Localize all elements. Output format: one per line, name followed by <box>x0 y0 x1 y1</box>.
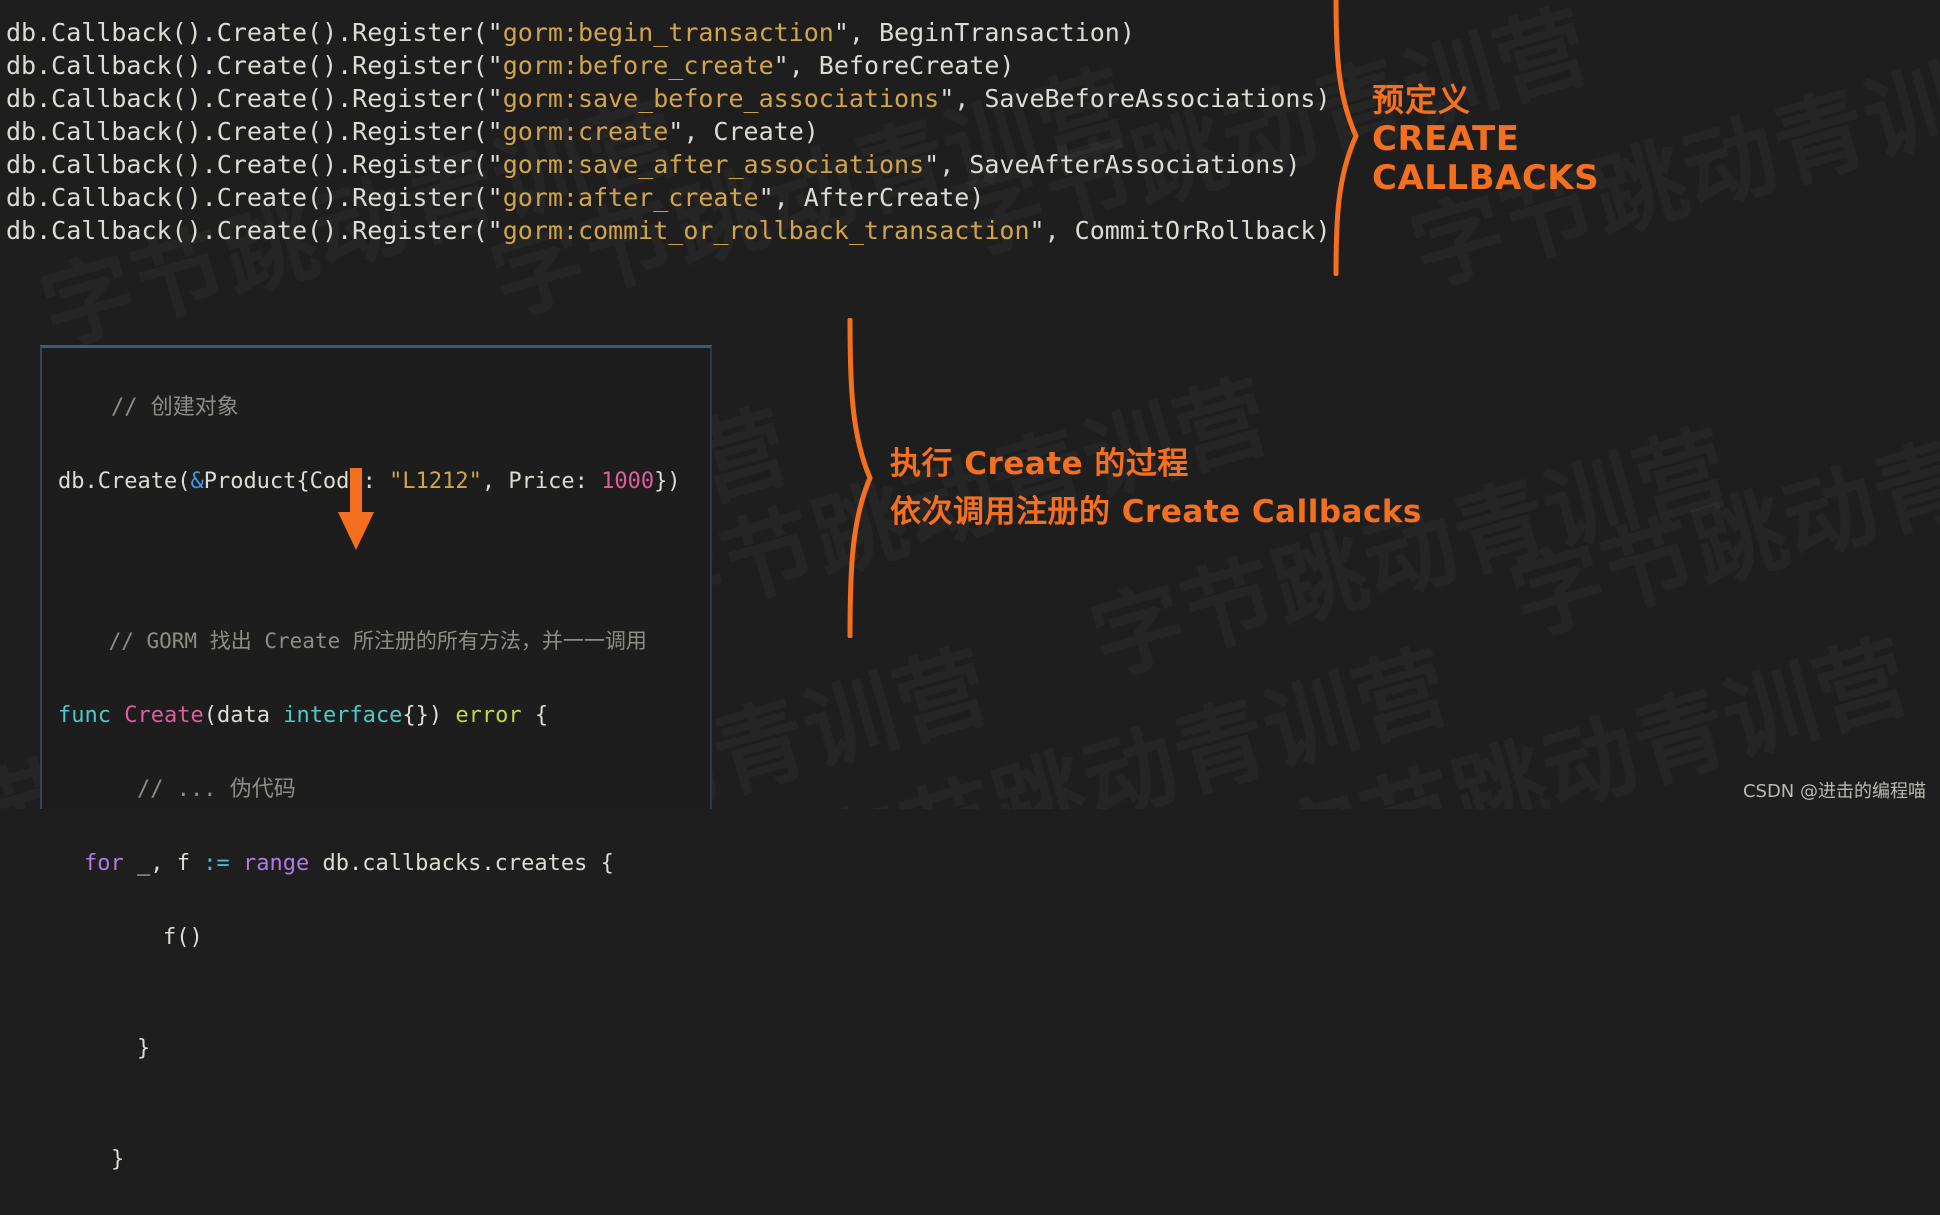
annotation-top-line2: CREATE <box>1372 119 1520 159</box>
annotation-bottom-line1: 执行 Create 的过程 <box>890 446 1189 482</box>
code-example-card: // 创建对象 db.Create(&Product{Code: "L1212"… <box>40 345 712 1172</box>
code-token-plain: ", BeginTransaction) <box>833 18 1135 47</box>
code-line-call-f: f() <box>162 925 203 950</box>
brace-top-callbacks <box>1333 0 1359 276</box>
code-token-string: gorm:save_after_associations <box>502 150 925 179</box>
register-code-line: db.Callback().Create().Register("gorm:af… <box>6 181 1331 214</box>
code-token-string: gorm:save_before_associations <box>502 84 940 113</box>
annotation-bottom-line2: 依次调用注册的 Create Callbacks <box>890 494 1422 530</box>
annotation-predefined-create-callbacks: 预定义 CREATE CALLBACKS <box>1372 80 1599 198</box>
code-token-plain: db.Callback().Create().Register(" <box>6 216 503 245</box>
code-token-plain: db.Callback().Create().Register(" <box>6 18 503 47</box>
register-code-line: db.Callback().Create().Register("gorm:co… <box>6 214 1331 247</box>
annotation-top-line3: CALLBACKS <box>1372 158 1600 198</box>
code-token-string: gorm:create <box>502 117 669 146</box>
register-code-line: db.Callback().Create().Register("gorm:be… <box>6 49 1331 82</box>
number-literal-price: 1000 <box>601 469 655 494</box>
code-token-string: gorm:commit_or_rollback_transaction <box>502 216 1030 245</box>
credit-watermark: CSDN @进击的编程喵 <box>1742 781 1926 802</box>
register-code-line: db.Callback().Create().Register("gorm:sa… <box>6 148 1331 181</box>
string-literal-code: "L1212" <box>389 469 482 494</box>
register-code-listing: db.Callback().Create().Register("gorm:be… <box>6 16 1331 247</box>
code-token-plain: db.Callback().Create().Register(" <box>6 51 503 80</box>
brace-bottom-process <box>847 318 873 638</box>
annotation-create-process: 执行 Create 的过程 依次调用注册的 Create Callbacks <box>890 440 1422 536</box>
watermark-text: 字节跳动青训营 <box>794 612 1463 809</box>
watermark-text: 字节跳动青训营 <box>1494 352 1940 661</box>
code-token-plain: ", CommitOrRollback) <box>1029 216 1331 245</box>
watermark-text: 字节跳动青训营 <box>1074 392 1743 701</box>
register-code-line: db.Callback().Create().Register("gorm:cr… <box>6 115 1331 148</box>
code-token-string: gorm:before_create <box>502 51 774 80</box>
register-code-line: db.Callback().Create().Register("gorm:sa… <box>6 82 1331 115</box>
register-code-line: db.Callback().Create().Register("gorm:be… <box>6 16 1331 49</box>
code-line-for-loop: for _, f := range db.callbacks.creates { <box>84 851 614 876</box>
code-token-plain: ", BeforeCreate) <box>773 51 1015 80</box>
code-line-func-signature: func Create(data interface{}) error { <box>58 703 549 728</box>
code-line-create-call: db.Create(&Product{Code: "L1212", Price:… <box>58 469 681 494</box>
code-token-plain: ", Create) <box>668 117 819 146</box>
code-token-string: gorm:begin_transaction <box>502 18 834 47</box>
code-token-plain: db.Callback().Create().Register(" <box>6 117 503 146</box>
code-line-comment-create-object: // 创建对象 <box>110 395 239 420</box>
down-arrow-icon <box>338 468 374 550</box>
code-line-comment-gorm: // GORM 找出 Create 所注册的所有方法，并一一调用 <box>108 629 647 653</box>
code-token-plain: ", SaveBeforeAssociations) <box>939 84 1331 113</box>
code-line-close-outer: } <box>110 1147 125 1172</box>
code-token-plain: db.Callback().Create().Register(" <box>6 183 503 212</box>
code-token-string: gorm:after_create <box>502 183 759 212</box>
code-token-plain: db.Callback().Create().Register(" <box>6 150 503 179</box>
code-line-close-inner: } <box>136 1036 151 1061</box>
func-name-create: Create <box>124 703 204 728</box>
code-token-plain: ", AfterCreate) <box>758 183 985 212</box>
ampersand-token: & <box>190 469 204 494</box>
code-token-plain: ", SaveAfterAssociations) <box>924 150 1301 179</box>
annotation-top-line1: 预定义 <box>1372 81 1472 119</box>
code-token-plain: db.Callback().Create().Register(" <box>6 84 503 113</box>
code-line-comment-pseudo: // ... 伪代码 <box>136 777 296 802</box>
